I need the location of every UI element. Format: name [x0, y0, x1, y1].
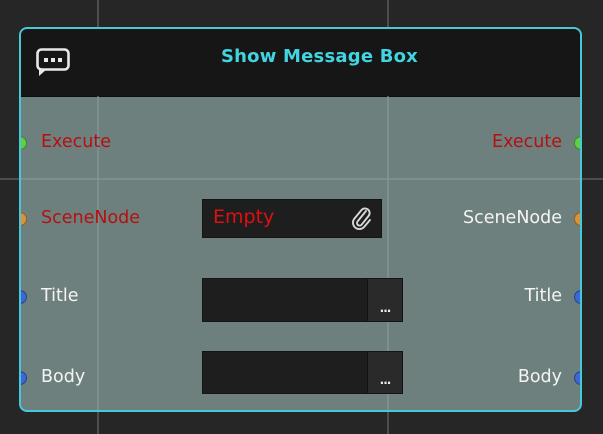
- execute-output-pin[interactable]: [574, 136, 580, 150]
- node-header[interactable]: Show Message Box: [21, 29, 580, 97]
- execute-input-label: Execute: [41, 132, 111, 152]
- title-input-pin[interactable]: [21, 290, 27, 304]
- scene-node-input-pin[interactable]: [21, 212, 27, 226]
- body-input-label: Body: [41, 367, 86, 387]
- node-title: Show Message Box: [221, 46, 418, 67]
- body-output-pin[interactable]: [574, 371, 580, 385]
- body-expand-button[interactable]: ...: [367, 352, 402, 393]
- title-input-label: Title: [41, 286, 79, 306]
- body-output-label: Body: [517, 367, 562, 387]
- title-expand-button[interactable]: ...: [367, 279, 402, 321]
- body-input-field[interactable]: ...: [202, 351, 403, 394]
- body-row: Body ... Body: [21, 351, 580, 398]
- execute-output-label: Execute: [492, 132, 562, 152]
- title-expand-button-label: ...: [379, 301, 392, 315]
- scene-node-output-pin[interactable]: [574, 212, 580, 226]
- body-grid-line: [21, 178, 580, 180]
- scene-node-output-label: SceneNode: [462, 208, 562, 228]
- body-input-pin[interactable]: [21, 371, 27, 385]
- node-body: Execute Execute SceneNode Empty SceneNod…: [21, 96, 580, 410]
- scene-node-input-label: SceneNode: [41, 208, 141, 228]
- title-input-field[interactable]: ...: [202, 278, 403, 322]
- title-row: Title ... Title: [21, 277, 580, 322]
- scene-node-row: SceneNode Empty SceneNode: [21, 199, 580, 239]
- paperclip-icon[interactable]: [351, 207, 373, 235]
- title-output-label: Title: [524, 286, 562, 306]
- title-output-pin[interactable]: [574, 290, 580, 304]
- scene-node-field-value: Empty: [213, 206, 275, 228]
- execute-input-pin[interactable]: [21, 136, 27, 150]
- show-message-box-node[interactable]: Show Message Box Execute Execute SceneNo…: [19, 27, 582, 412]
- scene-node-field[interactable]: Empty: [202, 199, 382, 238]
- body-expand-button-label: ...: [379, 373, 392, 387]
- execute-row: Execute Execute: [21, 123, 580, 163]
